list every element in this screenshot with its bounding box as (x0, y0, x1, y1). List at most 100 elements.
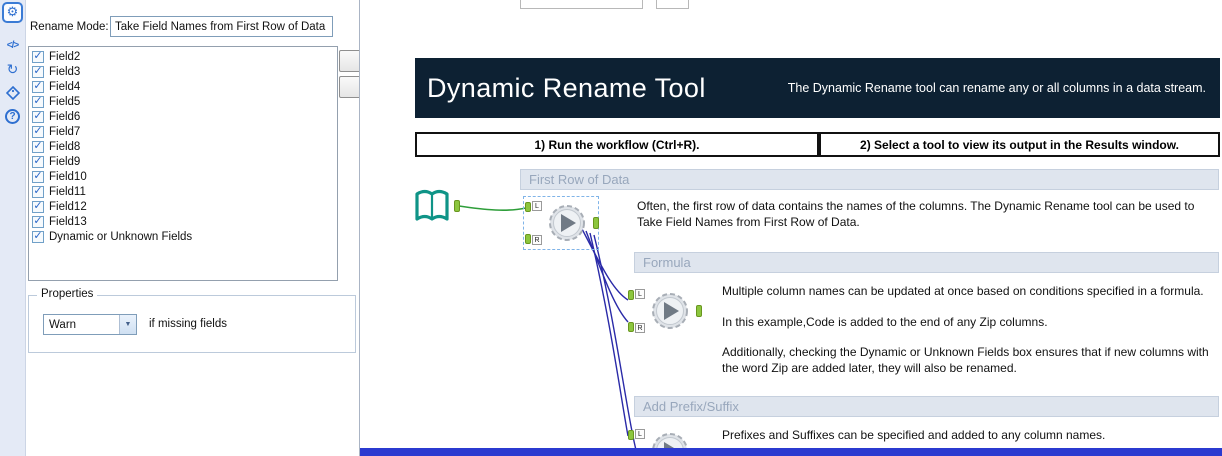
tag-icon-glyph (5, 85, 20, 101)
field-label: Dynamic or Unknown Fields (49, 230, 193, 243)
instruction-run-workflow: 1) Run the workflow (Ctrl+R). (415, 132, 819, 157)
canvas-tab-small[interactable] (656, 0, 689, 9)
output-anchor[interactable] (696, 305, 702, 317)
tag-icon[interactable] (0, 85, 25, 103)
configuration-panel: Rename Mode: ✓ Field2 ✓ Field3 ✓ Field4 … (26, 0, 360, 456)
input-data-tool[interactable] (413, 186, 460, 226)
field-list-item[interactable]: ✓ Field13 (29, 214, 337, 229)
chevron-down-icon[interactable]: ▼ (119, 315, 136, 334)
field-checkbox[interactable]: ✓ (32, 94, 44, 108)
saw-blade-icon (652, 293, 688, 329)
field-list-item[interactable]: ✓ Field9 (29, 154, 337, 169)
field-checkbox[interactable]: ✓ (32, 140, 44, 153)
checkmark-icon: ✓ (33, 154, 43, 167)
field-checkbox[interactable]: ✓ (32, 64, 44, 78)
missing-fields-label: if missing fields (149, 318, 227, 330)
field-checkbox[interactable]: ✓ (32, 80, 44, 93)
app-window: ⚙ </> ↻ ? Rename Mode: ✓ Field2 ✓ Field3… (0, 0, 1222, 456)
field-list[interactable]: ✓ Field2 ✓ Field3 ✓ Field4 ✓ Field5 ✓ Fi… (28, 46, 338, 281)
rename-mode-input[interactable] (110, 16, 333, 37)
config-icon-strip: ⚙ </> ↻ ? (0, 0, 26, 456)
field-label: Field10 (49, 170, 87, 183)
field-list-item[interactable]: ✓ Field11 (29, 184, 337, 199)
checkmark-icon: ✓ (33, 124, 43, 137)
workflow-canvas[interactable]: Dynamic Rename Tool The Dynamic Rename t… (360, 0, 1222, 456)
field-list-item[interactable]: ✓ Field8 (29, 139, 337, 154)
section-add-prefix-suffix: Add Prefix/Suffix (634, 396, 1219, 417)
refresh-icon[interactable]: ↻ (0, 61, 25, 78)
checkmark-icon: ✓ (33, 49, 43, 62)
help-icon[interactable]: ? (0, 108, 25, 124)
checkmark-icon: ✓ (33, 184, 43, 197)
field-label: Field6 (49, 110, 81, 123)
field-label: Field7 (49, 125, 81, 138)
field-checkbox[interactable]: ✓ (32, 169, 44, 183)
panel-button-top[interactable] (339, 50, 359, 72)
field-label: Field2 (49, 50, 81, 63)
field-list-item[interactable]: ✓ Field12 (29, 199, 337, 214)
section-formula: Formula (634, 252, 1219, 273)
properties-title: Properties (37, 288, 98, 300)
field-list-item[interactable]: ✓ Field10 (29, 169, 337, 184)
missing-fields-value: Warn (49, 318, 77, 331)
section-first-row-of-data: First Row of Data (520, 169, 1219, 190)
field-checkbox[interactable]: ✓ (32, 109, 44, 123)
banner: Dynamic Rename Tool The Dynamic Rename t… (415, 58, 1220, 118)
field-label: Field13 (49, 215, 87, 228)
input-anchor-nub[interactable] (628, 290, 634, 300)
paragraph-prefix-suffix: Prefixes and Suffixes can be specified a… (722, 428, 1106, 442)
field-checkbox[interactable]: ✓ (32, 215, 44, 228)
field-label: Field8 (49, 140, 81, 153)
checkmark-icon: ✓ (33, 64, 43, 77)
banner-subtitle: The Dynamic Rename tool can rename any o… (787, 81, 1206, 95)
input-anchor-l[interactable]: L (532, 201, 542, 211)
input-anchor-l[interactable]: L (635, 429, 645, 439)
field-label: Field5 (49, 95, 81, 108)
input-anchor-l[interactable]: L (635, 289, 645, 299)
checkmark-icon: ✓ (33, 229, 43, 242)
instruction-select-tool: 2) Select a tool to view its output in t… (819, 132, 1220, 157)
field-checkbox[interactable]: ✓ (32, 199, 44, 213)
field-checkbox[interactable]: ✓ (32, 124, 44, 138)
field-checkbox[interactable]: ✓ (32, 229, 44, 243)
output-anchor[interactable] (454, 200, 460, 212)
field-list-item[interactable]: ✓ Field4 (29, 79, 337, 94)
input-anchor-nub[interactable] (628, 322, 634, 332)
properties-group: Properties Warn ▼ if missing fields (28, 288, 356, 353)
checkmark-icon: ✓ (33, 169, 43, 182)
field-list-item[interactable]: ✓ Field7 (29, 124, 337, 139)
checkmark-icon: ✓ (33, 199, 43, 212)
paragraph-first-row: Often, the first row of data contains th… (637, 199, 1195, 229)
input-anchor-nub[interactable] (525, 202, 531, 212)
rename-mode-label: Rename Mode: (30, 21, 109, 33)
field-label: Field3 (49, 65, 81, 78)
field-checkbox[interactable]: ✓ (32, 154, 44, 168)
canvas-tab[interactable] (520, 0, 643, 9)
output-anchor[interactable] (593, 217, 599, 229)
paragraph-formula-1: Multiple column names can be updated at … (722, 284, 1204, 298)
help-icon-glyph: ? (5, 109, 20, 124)
banner-title: Dynamic Rename Tool (427, 72, 706, 103)
input-anchor-nub[interactable] (628, 430, 634, 440)
input-anchor-nub[interactable] (525, 234, 531, 244)
saw-blade-icon (549, 205, 585, 241)
canvas-bottom-strip (360, 448, 1222, 456)
field-checkbox[interactable]: ✓ (32, 184, 44, 198)
panel-button-bottom[interactable] (339, 76, 359, 98)
field-list-item[interactable]: ✓ Field3 (29, 64, 337, 79)
checkmark-icon: ✓ (33, 94, 43, 107)
field-checkbox[interactable]: ✓ (32, 49, 44, 63)
field-list-item[interactable]: ✓ Field6 (29, 109, 337, 124)
field-label: Field12 (49, 200, 87, 213)
input-anchor-r[interactable]: R (532, 235, 542, 245)
input-anchor-r[interactable]: R (635, 323, 645, 333)
checkmark-icon: ✓ (33, 109, 43, 122)
dynamic-rename-tool-2[interactable]: L R (628, 288, 702, 334)
dynamic-rename-tool-1[interactable]: L R (523, 196, 599, 250)
field-list-item[interactable]: ✓ Field2 (29, 49, 337, 64)
field-list-item[interactable]: ✓ Field5 (29, 94, 337, 109)
missing-fields-dropdown[interactable]: Warn ▼ (43, 314, 137, 335)
field-list-item[interactable]: ✓ Dynamic or Unknown Fields (29, 229, 337, 244)
gear-icon[interactable]: ⚙ (2, 2, 23, 23)
code-icon[interactable]: </> (0, 40, 25, 51)
